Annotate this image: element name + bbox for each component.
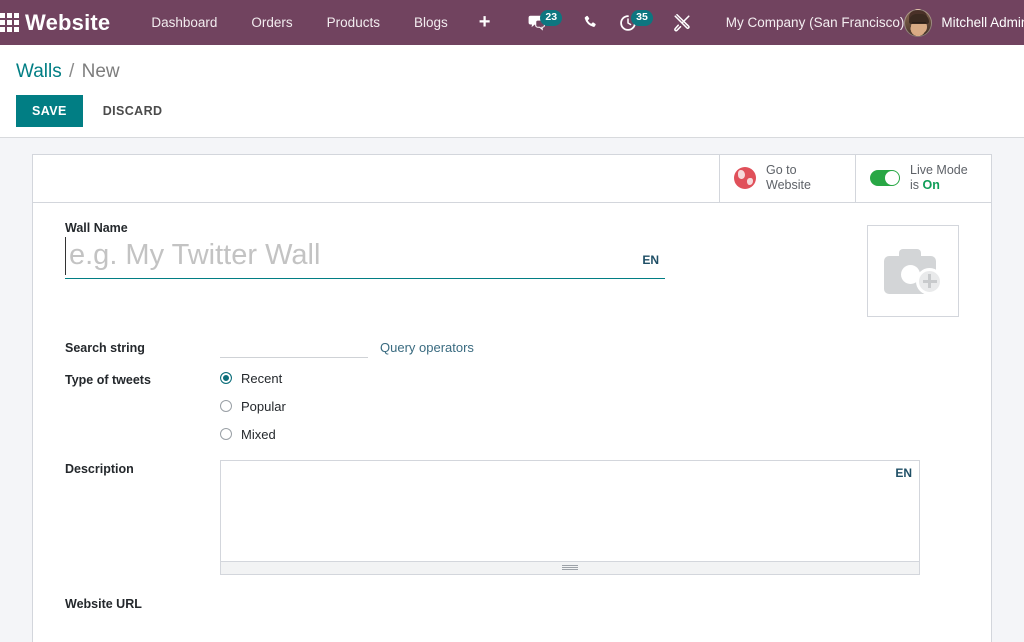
radio-option-popular[interactable]: Popular xyxy=(220,399,286,414)
resize-grip-icon xyxy=(562,565,578,570)
live-mode-state: On xyxy=(923,178,940,192)
radio-icon-popular[interactable] xyxy=(220,400,232,412)
phone-icon xyxy=(582,14,599,31)
breadcrumb-item-new: New xyxy=(82,61,120,82)
top-navbar: Website Dashboard Orders Products Blogs … xyxy=(0,0,1024,45)
camera-add-icon xyxy=(884,248,942,294)
description-row: Description EN xyxy=(65,460,959,575)
go-to-website-line2: Website xyxy=(766,178,811,192)
live-mode-prefix: is xyxy=(910,178,923,192)
description-language-tag[interactable]: EN xyxy=(895,466,912,480)
control-panel-buttons: SAVE DISCARD xyxy=(0,87,1024,129)
sheet-wrapper: Go to Website Live Mode is On Wall Name xyxy=(0,138,1024,642)
breadcrumb-item-walls[interactable]: Walls xyxy=(16,61,62,82)
menu-item-plus[interactable]: + xyxy=(465,0,505,45)
description-box: EN xyxy=(220,460,920,562)
menu-item-products[interactable]: Products xyxy=(310,0,397,45)
wall-name-input[interactable] xyxy=(65,237,636,275)
search-string-row: Search string Query operators xyxy=(65,339,959,358)
messages-systray-item[interactable]: 23 xyxy=(518,0,571,45)
website-url-label: Website URL xyxy=(65,597,220,611)
type-of-tweets-row: Type of tweets Recent Popular Mixed xyxy=(65,370,959,442)
wall-name-input-wrap: EN xyxy=(65,237,665,279)
avatar xyxy=(904,9,932,37)
breadcrumb-separator: / xyxy=(69,61,74,82)
query-operators-link[interactable]: Query operators xyxy=(380,340,474,355)
globe-icon xyxy=(734,167,756,189)
wall-name-label: Wall Name xyxy=(65,221,665,235)
activities-badge: 35 xyxy=(631,10,653,25)
form-sheet: Go to Website Live Mode is On Wall Name xyxy=(32,154,992,642)
type-of-tweets-label: Type of tweets xyxy=(65,373,220,387)
radio-option-recent[interactable]: Recent xyxy=(220,371,286,386)
tools-wrench-icon xyxy=(673,14,691,32)
save-button[interactable]: SAVE xyxy=(16,95,83,127)
tools-systray-item[interactable] xyxy=(664,0,700,45)
sheet-button-box: Go to Website Live Mode is On xyxy=(33,155,991,203)
search-string-input[interactable] xyxy=(220,339,368,358)
live-mode-button[interactable]: Live Mode is On xyxy=(855,155,991,202)
activities-systray-item[interactable]: 35 xyxy=(610,0,662,45)
company-switcher[interactable]: My Company (San Francisco) xyxy=(726,15,905,30)
form-body: Wall Name EN Search string xyxy=(33,203,991,611)
apps-grid-icon xyxy=(0,13,19,32)
search-string-label: Search string xyxy=(65,341,220,355)
description-label: Description xyxy=(65,460,220,575)
radio-label-mixed: Mixed xyxy=(241,427,276,442)
wall-name-language-tag[interactable]: EN xyxy=(636,253,665,275)
control-panel: Walls / New SAVE DISCARD xyxy=(0,45,1024,138)
radio-icon-mixed[interactable] xyxy=(220,428,232,440)
description-textarea[interactable] xyxy=(221,461,919,561)
messages-badge: 23 xyxy=(540,10,562,25)
title-row: Wall Name EN xyxy=(65,221,959,317)
breadcrumb: Walls / New xyxy=(0,55,1024,87)
phone-systray-item[interactable] xyxy=(573,0,608,45)
live-mode-label: Live Mode is On xyxy=(910,163,968,194)
radio-label-recent: Recent xyxy=(241,371,282,386)
menu-item-blogs[interactable]: Blogs xyxy=(397,0,465,45)
radio-option-mixed[interactable]: Mixed xyxy=(220,427,286,442)
live-mode-line1: Live Mode xyxy=(910,163,968,177)
website-url-row: Website URL xyxy=(65,597,959,611)
username-label: Mitchell Admin xyxy=(941,15,1024,30)
toggle-switch-icon[interactable] xyxy=(870,170,900,186)
menu-item-orders[interactable]: Orders xyxy=(234,0,309,45)
app-brand-website[interactable]: Website xyxy=(25,10,110,36)
go-to-website-line1: Go to xyxy=(766,163,797,177)
type-of-tweets-radio-group: Recent Popular Mixed xyxy=(220,370,286,442)
description-resize-handle[interactable] xyxy=(220,562,920,575)
systray: 23 35 xyxy=(518,0,699,45)
menu-item-dashboard[interactable]: Dashboard xyxy=(134,0,234,45)
wall-name-group: Wall Name EN xyxy=(65,221,665,279)
wall-image-upload[interactable] xyxy=(867,225,959,317)
apps-menu-icon[interactable] xyxy=(0,0,19,45)
discard-button[interactable]: DISCARD xyxy=(89,95,177,127)
radio-icon-recent[interactable] xyxy=(220,372,232,384)
go-to-website-button[interactable]: Go to Website xyxy=(719,155,855,202)
go-to-website-label: Go to Website xyxy=(766,163,811,194)
radio-label-popular: Popular xyxy=(241,399,286,414)
description-container: EN xyxy=(220,460,920,575)
user-menu[interactable]: Mitchell Admin xyxy=(904,9,1024,37)
